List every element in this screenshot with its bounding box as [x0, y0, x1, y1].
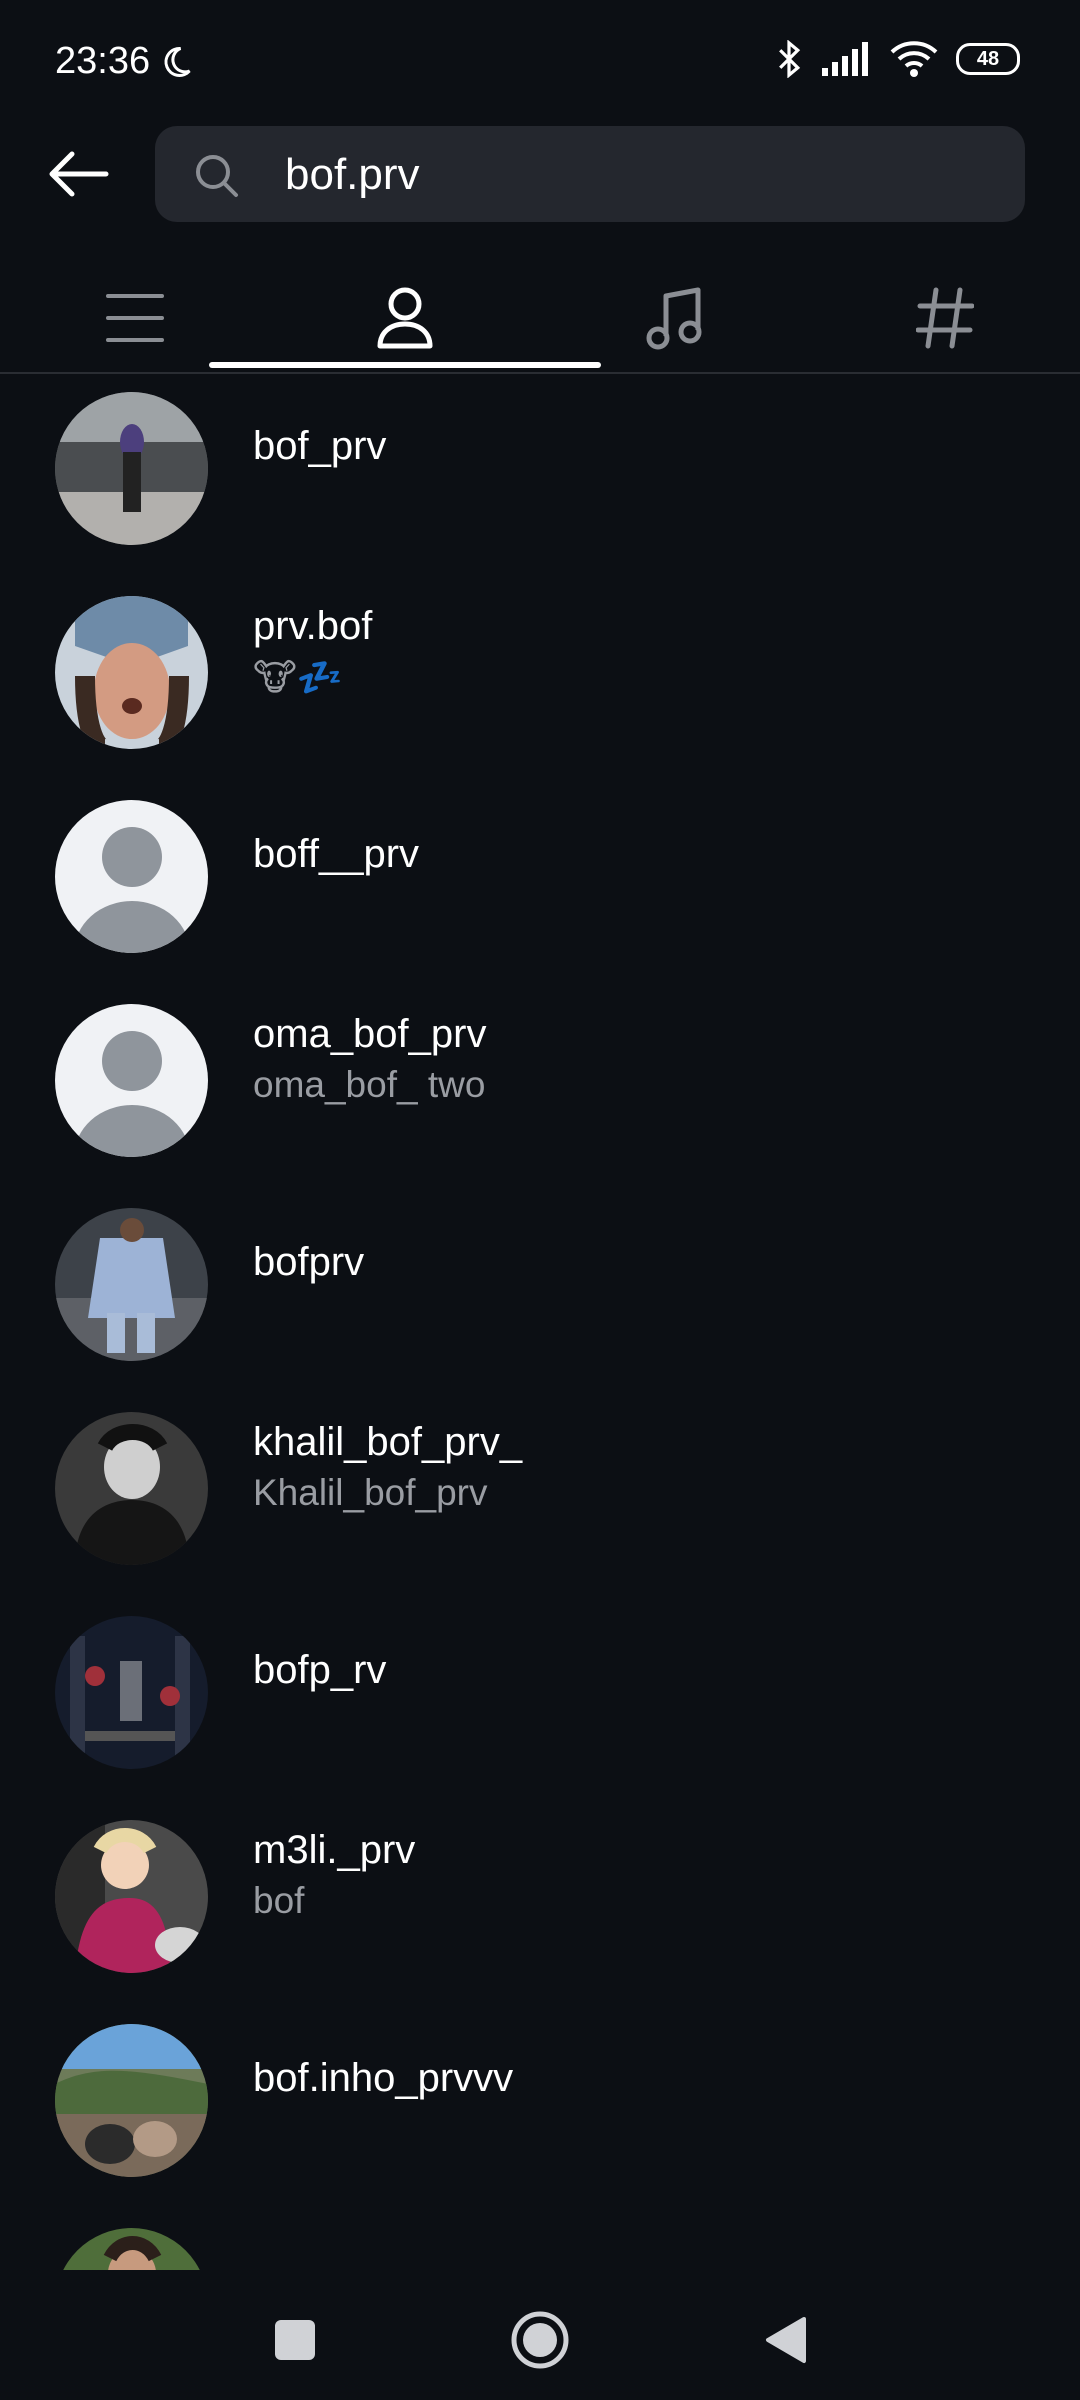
tab-top[interactable]: [0, 264, 270, 372]
list-item[interactable]: prv.bof 🐮💤: [0, 576, 1080, 780]
list-item[interactable]: bofprv: [0, 1188, 1080, 1392]
avatar[interactable]: [55, 1208, 208, 1361]
recents-button[interactable]: [265, 2310, 325, 2370]
avatar[interactable]: [55, 596, 208, 749]
tab-audio[interactable]: [540, 264, 810, 372]
list-item[interactable]: bof.inho_prvvv: [0, 2004, 1080, 2208]
list-item[interactable]: m3li._prv bof: [0, 1800, 1080, 2004]
avatar[interactable]: [55, 1616, 208, 1769]
username: bof_prv: [253, 424, 387, 468]
full-name: oma_bof_ two: [253, 1064, 486, 1105]
wifi-icon: [890, 41, 938, 77]
list-item[interactable]: bof_prv: [0, 372, 1080, 576]
list-item-partial[interactable]: [0, 2208, 1080, 2270]
username: bofprv: [253, 1240, 365, 1284]
full-name: bof: [253, 1880, 305, 1921]
list-item[interactable]: boff__prv: [0, 780, 1080, 984]
username: bof.inho_prvvv: [253, 2056, 514, 2100]
avatar[interactable]: [55, 2024, 208, 2177]
search-icon: [196, 155, 238, 197]
signal-icon: [822, 42, 868, 76]
battery-indicator: 48: [956, 43, 1020, 75]
username: khalil_bof_prv_: [253, 1420, 523, 1464]
status-time: 23:36: [55, 40, 194, 83]
square-icon: [275, 2320, 315, 2360]
full-name: 🐮💤: [253, 657, 343, 698]
moon-icon: [164, 46, 191, 77]
triangle-back-icon: [766, 2317, 806, 2363]
avatar-default[interactable]: [55, 1004, 208, 1157]
hashtag-icon: [916, 287, 974, 349]
avatar[interactable]: [55, 2228, 208, 2270]
avatar-default[interactable]: [55, 800, 208, 953]
search-input[interactable]: bof.prv: [155, 126, 1025, 222]
arrow-left-icon: [49, 151, 109, 197]
tab-tags[interactable]: [810, 264, 1080, 372]
username: prv.bof: [253, 604, 373, 648]
username: oma_bof_prv: [253, 1012, 487, 1056]
avatar[interactable]: [55, 1412, 208, 1565]
person-icon: [377, 287, 433, 349]
home-circle-icon: [511, 2311, 569, 2369]
search-query-text: bof.prv: [285, 150, 420, 199]
selected-tab-indicator: [209, 362, 601, 368]
list-item[interactable]: khalil_bof_prv_ Khalil_bof_prv: [0, 1392, 1080, 1596]
username: m3li._prv: [253, 1828, 416, 1872]
list-item[interactable]: bofp_rv: [0, 1596, 1080, 1800]
avatar[interactable]: [55, 392, 208, 545]
status-bar: 23:36 48: [0, 0, 1080, 126]
results-list: bof_prv prv.bof 🐮💤 boff__prv oma_bof_prv…: [0, 372, 1080, 2270]
home-button[interactable]: [510, 2310, 570, 2370]
avatar[interactable]: [55, 1820, 208, 1973]
search-header: bof.prv: [0, 126, 1080, 222]
full-name: Khalil_bof_prv: [253, 1472, 488, 1513]
clock-text: 23:36: [55, 40, 151, 82]
battery-level: 48: [976, 47, 1000, 70]
list-icon: [106, 294, 164, 342]
username: boff__prv: [253, 832, 420, 876]
username: bofp_rv: [253, 1648, 387, 1692]
music-note-icon: [646, 287, 702, 350]
back-button[interactable]: [38, 146, 118, 202]
list-item[interactable]: oma_bof_prv oma_bof_ two: [0, 984, 1080, 1188]
system-nav-bar: [0, 2270, 1080, 2400]
tab-accounts[interactable]: [270, 264, 540, 372]
search-tabs: [0, 264, 1080, 374]
bluetooth-icon: [779, 40, 801, 78]
status-icons: 48: [774, 40, 1020, 78]
back-nav-button[interactable]: [755, 2310, 815, 2370]
